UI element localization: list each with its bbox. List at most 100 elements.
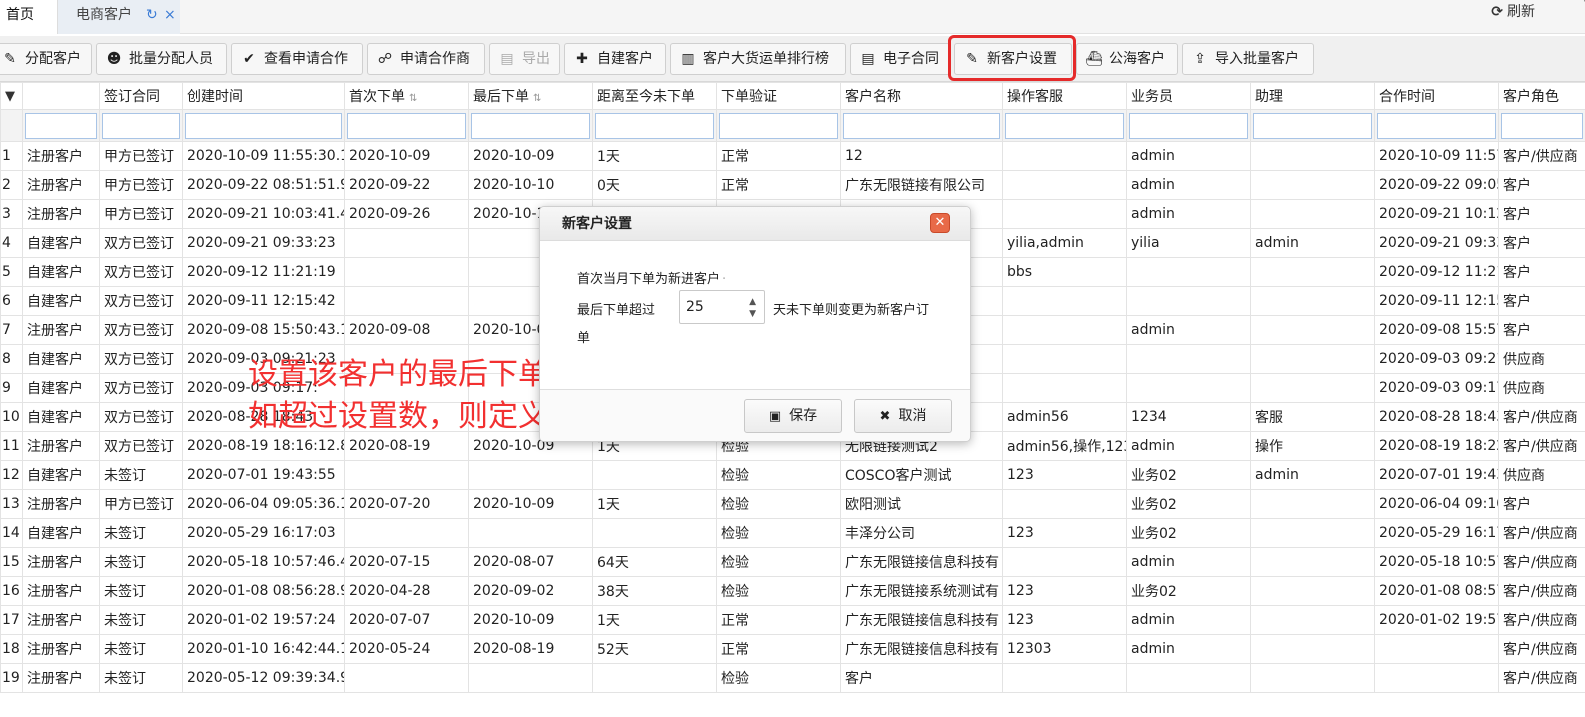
tab-close-icon[interactable]: × — [164, 0, 176, 30]
cancel-button[interactable]: ✖ 取消 — [854, 399, 952, 433]
table-row[interactable]: 17 注册客户 未签订 2020-01-02 19:57:24 2020-07-07 20… — [0, 605, 1585, 635]
col-header-service[interactable]: 操作客服 — [1002, 82, 1127, 110]
create-customer-button[interactable]: ✚ 自建客户 — [564, 43, 666, 75]
filter-cell[interactable] — [1002, 109, 1127, 142]
days-value[interactable]: 25 — [686, 291, 704, 323]
filter-cell[interactable] — [840, 109, 1003, 142]
table-row[interactable]: 19 注册客户 未签订 2020-05-12 09:39:34.96 检验 客户 客户/供应… — [0, 663, 1585, 693]
filter-input[interactable] — [843, 112, 1000, 139]
filter-input[interactable] — [347, 112, 466, 139]
col-header-customer-name[interactable]: 客户名称 — [840, 82, 1003, 110]
filter-cell[interactable] — [182, 109, 345, 142]
filter-cell[interactable] — [1498, 109, 1585, 142]
cell-customer-role: 客户/供应商 — [1498, 547, 1585, 577]
cell-coop-time: 2020-09-11 12:15 — [1374, 286, 1499, 316]
filter-input[interactable] — [1129, 112, 1248, 139]
table-row[interactable]: 15 注册客户 未签订 2020-05-18 10:57:46.43 2020-07-1… — [0, 547, 1585, 577]
cell-created-time: 2020-08-19 18:16:12.89 — [182, 431, 345, 461]
cell-customer-role: 客户/供应商 — [1498, 605, 1585, 635]
filter-input[interactable] — [1377, 112, 1496, 139]
filter-input[interactable] — [595, 112, 714, 139]
refresh-button[interactable]: ⟳ 刷新 — [1491, 0, 1535, 24]
save-button[interactable]: ▣ 保存 — [744, 399, 842, 433]
filter-input[interactable] — [471, 112, 590, 139]
cell-days-since-order: 52天 — [592, 634, 717, 664]
col-header-verify[interactable]: 下单验证 — [716, 82, 841, 110]
filter-cell[interactable] — [22, 109, 100, 142]
cell-contract-status: 甲方已签订 — [99, 489, 183, 519]
save-label: 保存 — [789, 408, 818, 424]
tab-home[interactable]: 首页 — [0, 0, 58, 34]
filter-cell[interactable] — [99, 109, 183, 142]
filter-cell[interactable] — [1250, 109, 1375, 142]
cell-assistant: admin — [1250, 228, 1375, 258]
cell-contract-status: 双方已签订 — [99, 373, 183, 403]
col-header-first-order[interactable]: 首次下单 ⇅ — [344, 82, 469, 110]
cell-customer-type: 注册客户 — [22, 634, 100, 664]
shipment-ranking-button[interactable]: ▥ 客户大货运单排行榜 — [670, 43, 846, 75]
filter-input[interactable] — [185, 112, 342, 139]
cell-customer-role: 客户 — [1498, 228, 1585, 258]
filter-input[interactable] — [1501, 112, 1583, 139]
cell-contract-status: 双方已签订 — [99, 402, 183, 432]
table-row[interactable]: 1 注册客户 甲方已签订 2020-10-09 11:55:30.14 2020-10-… — [0, 141, 1585, 171]
e-contract-button[interactable]: ▤ 电子合同 — [850, 43, 950, 75]
table-row[interactable]: 18 注册客户 未签订 2020-01-10 16:42:44.12 2020-05-2… — [0, 634, 1585, 664]
col-header-created[interactable]: 创建时间 — [182, 82, 345, 110]
col-header-last-order[interactable]: 最后下单 ⇅ — [468, 82, 593, 110]
table-row[interactable]: 13 注册客户 甲方已签订 2020-06-04 09:05:36.14 2020-07… — [0, 489, 1585, 519]
filter-cell[interactable] — [344, 109, 469, 142]
cell-created-time: 2020-10-09 11:55:30.14 — [182, 141, 345, 171]
filter-input[interactable] — [102, 112, 180, 139]
table-row[interactable]: 16 注册客户 未签订 2020-01-08 08:56:28.96 2020-04-2… — [0, 576, 1585, 606]
filter-cell[interactable] — [468, 109, 593, 142]
export-button[interactable]: ▤ 导出 — [489, 43, 560, 75]
new-customer-settings-button[interactable]: ✎ 新客户设置 — [954, 43, 1072, 75]
col-header-days-since[interactable]: 距离至今未下单 — [592, 82, 717, 110]
filter-cell[interactable] — [592, 109, 717, 142]
table-row[interactable]: 12 自建客户 未签订 2020-07-01 19:43:55 检验 COSCO客户测试 1… — [0, 460, 1585, 490]
cell-row-number: 4 — [0, 228, 23, 258]
days-stepper[interactable]: 25 ▲ ▼ — [679, 290, 765, 324]
batch-assign-button[interactable]: ☻ 批量分配人员 — [96, 43, 227, 75]
cell-assistant — [1250, 518, 1375, 548]
sort-icon[interactable]: ⇅ — [409, 93, 417, 104]
cell-order-verify: 正常 — [716, 634, 841, 664]
chevron-down-icon[interactable]: ▼ — [749, 309, 756, 319]
tab-refresh-icon[interactable]: ↻ — [146, 0, 158, 30]
table-row[interactable]: 14 自建客户 未签订 2020-05-29 16:17:03 检验 丰泽分公司 123 业务… — [0, 518, 1585, 548]
filter-cell[interactable] — [716, 109, 841, 142]
assign-customer-button[interactable]: ✎ 分配客户 — [0, 43, 92, 75]
cell-customer-role: 供应商 — [1498, 344, 1585, 374]
cell-first-order: 2020-07-07 — [344, 605, 469, 635]
cell-salesman — [1126, 286, 1251, 316]
import-batch-button[interactable]: ⇪ 导入批量客户 — [1182, 43, 1314, 75]
cell-customer-role: 客户 — [1498, 315, 1585, 345]
refresh-icon: ⟳ — [1491, 4, 1503, 20]
cancel-label: 取消 — [898, 408, 927, 424]
chevron-up-icon[interactable]: ▲ — [749, 297, 756, 307]
filter-toggle[interactable]: ▼ — [0, 82, 23, 110]
col-header-salesman[interactable]: 业务员 — [1126, 82, 1251, 110]
public-pool-button[interactable]: ⛴ 公海客户 — [1076, 43, 1178, 75]
col-header-type[interactable] — [22, 82, 100, 110]
filter-input[interactable] — [1005, 112, 1124, 139]
filter-input[interactable] — [1253, 112, 1372, 139]
filter-input[interactable] — [25, 112, 97, 139]
filter-cell[interactable] — [1374, 109, 1499, 142]
close-icon[interactable]: ✕ — [930, 213, 950, 233]
apply-partner-button[interactable]: ☍ 申请合作商 — [367, 43, 485, 75]
filter-input[interactable] — [719, 112, 838, 139]
filter-cell[interactable] — [1126, 109, 1251, 142]
col-header-coop-time[interactable]: 合作时间 — [1374, 82, 1499, 110]
col-header-contract[interactable]: 签订合同 — [99, 82, 183, 110]
sort-icon[interactable]: ⇅ — [533, 93, 541, 104]
cell-row-number: 17 — [0, 605, 23, 635]
col-header-role[interactable]: 客户角色 — [1498, 82, 1585, 110]
cell-row-number: 6 — [0, 286, 23, 316]
cell-created-time: 2020-05-18 10:57:46.43 — [182, 547, 345, 577]
tab-ecommerce-customers[interactable]: 电商客户 ↻ × — [58, 0, 180, 34]
view-applications-button[interactable]: ✔ 查看申请合作 — [231, 43, 363, 75]
col-header-assistant[interactable]: 助理 — [1250, 82, 1375, 110]
table-row[interactable]: 2 注册客户 甲方已签订 2020-09-22 08:51:51.96 2020-09-… — [0, 170, 1585, 200]
